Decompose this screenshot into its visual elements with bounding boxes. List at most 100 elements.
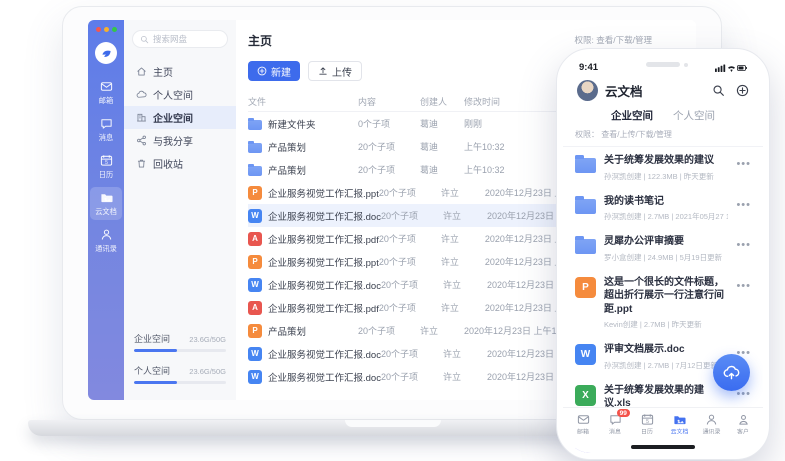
- upload-fab-button[interactable]: [713, 354, 750, 391]
- bottom-nav-item[interactable]: 日历: [631, 413, 663, 441]
- more-actions-icon[interactable]: •••: [736, 199, 751, 211]
- drive-sidebar: 搜索网盘 主页 个人空间 企业空间: [124, 20, 236, 400]
- zoom-window-button[interactable]: [112, 27, 117, 32]
- bottom-nav-icon: [705, 413, 718, 426]
- mockup-stage: 邮箱 消息 日历 云文档: [0, 0, 785, 461]
- file-name[interactable]: 灵犀办公评审摘要: [604, 235, 728, 249]
- file-creator: 许立: [443, 278, 487, 291]
- file-creator: 葛迪: [420, 117, 464, 130]
- bottom-nav-item[interactable]: 消息 99: [599, 413, 631, 441]
- sidebar-nav-item[interactable]: 企业空间: [124, 106, 236, 129]
- rail-item-icon: [100, 154, 113, 167]
- rail-item-label: 日历: [99, 170, 113, 180]
- rail-nav-item[interactable]: 云文档: [90, 187, 122, 220]
- header-creator: 创建人: [420, 95, 464, 108]
- plus-circle-icon: [257, 66, 267, 76]
- new-button[interactable]: 新建: [248, 61, 300, 81]
- bottom-nav-label: 邮箱: [577, 428, 589, 437]
- avatar[interactable]: [577, 80, 598, 101]
- file-items-count: 20个子项: [381, 278, 443, 291]
- bottom-nav-item[interactable]: 客户: [727, 413, 759, 441]
- status-icons: [715, 63, 747, 73]
- sidebar-nav-item[interactable]: 回收站: [124, 152, 236, 175]
- file-type-icon: W: [248, 278, 262, 292]
- more-actions-icon[interactable]: •••: [736, 239, 751, 251]
- file-creator: 葛迪: [420, 163, 464, 176]
- bottom-nav-item[interactable]: 通讯录: [695, 413, 727, 441]
- rail-nav-item[interactable]: 邮箱: [90, 76, 122, 109]
- bottom-nav-item[interactable]: 云文档: [663, 413, 695, 441]
- file-type-icon: A: [248, 301, 262, 315]
- space-tab[interactable]: 个人空间: [673, 108, 715, 123]
- phone-file-item[interactable]: 灵犀办公评审摘要 罗小盒创建 | 24.9MB | 5月19日更新 •••: [575, 228, 751, 269]
- header-items: 内容: [358, 95, 420, 108]
- file-name[interactable]: 企业服务视觉工作汇报.doc: [268, 370, 381, 384]
- file-name[interactable]: 企业服务视觉工作汇报.doc: [268, 347, 381, 361]
- file-items-count: 20个子项: [381, 209, 443, 222]
- header-time: 修改时间: [464, 95, 568, 108]
- rail-nav-item[interactable]: 消息: [90, 113, 122, 146]
- file-name[interactable]: 企业服务视觉工作汇报.pdf: [268, 232, 379, 246]
- upload-button-label: 上传: [332, 64, 352, 79]
- more-actions-icon[interactable]: •••: [736, 158, 751, 170]
- file-name[interactable]: 企业服务视觉工作汇报.ppt: [268, 255, 379, 269]
- file-name[interactable]: 产品策划: [268, 324, 306, 338]
- file-type-icon: W: [248, 347, 262, 361]
- sidebar-nav-item[interactable]: 个人空间: [124, 83, 236, 106]
- file-type-icon: A: [248, 232, 262, 246]
- bottom-nav-icon: [673, 413, 686, 426]
- sidebar-item-label: 回收站: [153, 156, 183, 171]
- phone-file-item[interactable]: 我的读书笔记 孙溟凯创建 | 2.7MB | 2021年05月27 11:29更…: [575, 188, 751, 229]
- file-name[interactable]: 企业服务视觉工作汇报.doc: [268, 209, 381, 223]
- file-type-icon: X: [575, 385, 596, 406]
- unread-badge: 99: [617, 409, 630, 417]
- more-actions-icon[interactable]: •••: [736, 388, 751, 400]
- search-placeholder: 搜索网盘: [153, 33, 187, 45]
- rail-item-label: 通讯录: [95, 244, 117, 254]
- storage-progress-fill: [134, 381, 177, 384]
- search-icon: [140, 35, 149, 44]
- storage-label: 个人空间: [134, 364, 170, 377]
- upload-button[interactable]: 上传: [308, 61, 362, 81]
- sidebar-item-icon: [136, 89, 147, 100]
- rail-item-icon: [100, 191, 113, 204]
- phone-file-item[interactable]: P 这是一个很长的文件标题，超出折行展示一行注意行间距.ppt Kevin创建 …: [575, 269, 751, 337]
- file-modified-time: 上午10:32: [464, 163, 568, 176]
- header-file: 文件: [248, 95, 358, 108]
- file-creator: 许立: [441, 255, 485, 268]
- file-name[interactable]: 产品策划: [268, 140, 306, 154]
- file-name[interactable]: 关于统筹发展效果的建议: [604, 154, 728, 168]
- file-type-icon: [575, 239, 596, 254]
- file-name[interactable]: 企业服务视觉工作汇报.doc: [268, 278, 381, 292]
- file-name[interactable]: 产品策划: [268, 163, 306, 177]
- window-controls: [96, 27, 117, 32]
- file-name[interactable]: 企业服务视觉工作汇报.pdf: [268, 301, 379, 315]
- file-name[interactable]: 新建文件夹: [268, 117, 316, 131]
- file-name[interactable]: 这是一个很长的文件标题，超出折行展示一行注意行间距.ppt: [604, 276, 728, 317]
- rail-nav-item[interactable]: 通讯录: [90, 224, 122, 257]
- add-icon[interactable]: [736, 84, 749, 97]
- minimize-window-button[interactable]: [104, 27, 109, 32]
- close-window-button[interactable]: [96, 27, 101, 32]
- file-name[interactable]: 我的读书笔记: [604, 195, 728, 209]
- file-name[interactable]: 企业服务视觉工作汇报.ppt: [268, 186, 379, 200]
- sidebar-item-label: 主页: [153, 64, 173, 79]
- phone-file-item[interactable]: 关于统筹发展效果的建议 孙溟凯创建 | 122.3MB | 昨天更新 •••: [575, 147, 751, 188]
- file-meta: 孙溟凯创建 | 2.7MB | 7月12日更新: [604, 360, 728, 371]
- file-modified-time: 上午10:32: [464, 140, 568, 153]
- rail-nav-item[interactable]: 日历: [90, 150, 122, 183]
- upload-icon: [318, 66, 328, 76]
- sidebar-item-icon: [136, 158, 147, 169]
- sidebar-nav-item[interactable]: 与我分享: [124, 129, 236, 152]
- storage-usage: 23.6G/50G: [189, 367, 226, 376]
- bottom-nav-item[interactable]: 邮箱: [567, 413, 599, 441]
- more-actions-icon[interactable]: •••: [736, 280, 751, 292]
- sidebar-nav-item[interactable]: 主页: [124, 60, 236, 83]
- search-input[interactable]: 搜索网盘: [132, 30, 228, 48]
- file-meta: 罗小盒创建 | 24.9MB | 5月19日更新: [604, 252, 728, 263]
- space-tab[interactable]: 企业空间: [611, 108, 653, 123]
- file-name[interactable]: 评审文档展示.doc: [604, 343, 728, 357]
- home-indicator[interactable]: [631, 445, 695, 449]
- search-icon[interactable]: [712, 84, 725, 97]
- file-creator: 许立: [441, 186, 485, 199]
